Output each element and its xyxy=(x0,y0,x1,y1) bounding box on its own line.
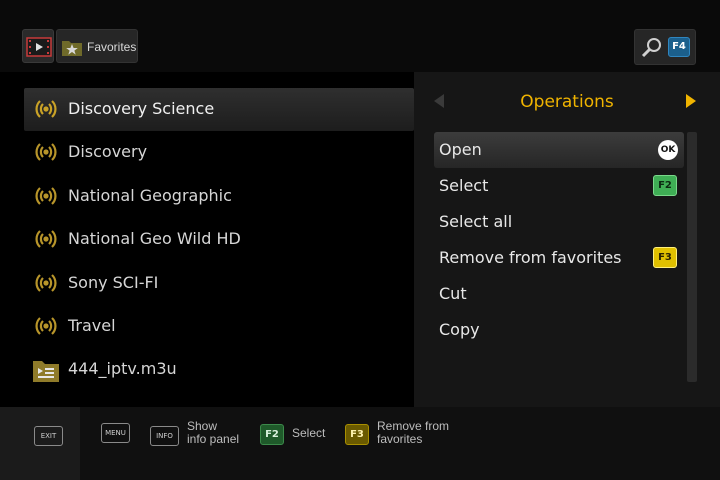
list-item[interactable]: 444_iptv.m3u xyxy=(24,348,414,391)
menu-item-open[interactable]: Open OK xyxy=(434,132,684,168)
channel-name: Sony SCI-FI xyxy=(68,272,159,292)
f3-hint: Remove from favorites xyxy=(377,420,449,446)
list-item[interactable]: Discovery xyxy=(24,131,414,174)
top-bar: Favorites F4 xyxy=(0,0,720,72)
bottom-hint-bar: EXIT MENU INFO Show info panel F2 Select… xyxy=(0,407,720,480)
star-folder-icon xyxy=(62,41,82,56)
menu-item-label: Copy xyxy=(439,320,480,339)
operations-panel: Operations Open OK Select F2 Select all … xyxy=(414,72,720,407)
f2-key-badge[interactable]: F2 xyxy=(260,424,284,445)
menu-item-label: Select xyxy=(439,176,489,195)
show-info-line1: Show xyxy=(187,419,218,433)
show-info-line2: info panel xyxy=(187,432,240,446)
broadcast-icon xyxy=(32,185,60,211)
menu-item-cut[interactable]: Cut xyxy=(434,276,684,312)
f2-hint-label: Select xyxy=(292,426,326,440)
scrollbar[interactable] xyxy=(687,132,697,382)
f2-key-badge: F2 xyxy=(653,175,677,196)
broadcast-icon xyxy=(32,228,60,254)
list-item[interactable]: Travel xyxy=(24,305,414,348)
search-button[interactable]: F4 xyxy=(634,29,696,65)
menu-item-remove-favorites[interactable]: Remove from favorites F3 xyxy=(434,240,684,276)
playlist-folder-icon xyxy=(32,358,60,388)
broadcast-icon xyxy=(32,98,60,124)
ok-key-badge: OK xyxy=(658,140,678,160)
panel-title: Operations xyxy=(520,92,614,112)
arrow-right-icon[interactable] xyxy=(686,94,696,108)
exit-key-icon[interactable]: EXIT xyxy=(34,426,63,446)
favorites-tab[interactable]: Favorites xyxy=(56,29,138,63)
menu-key-icon[interactable]: MENU xyxy=(101,423,130,443)
magnifier-icon xyxy=(641,38,661,58)
menu-item-copy[interactable]: Copy xyxy=(434,312,684,348)
channel-name: Discovery Science xyxy=(68,99,215,118)
list-item[interactable]: National Geographic xyxy=(24,175,414,218)
favorites-label: Favorites xyxy=(87,40,137,54)
menu-item-label: Remove from favorites xyxy=(439,248,622,267)
menu-item-label: Cut xyxy=(439,284,467,303)
menu-item-select-all[interactable]: Select all xyxy=(434,204,684,240)
channel-name: Discovery xyxy=(68,142,148,162)
list-item[interactable]: Discovery Science xyxy=(24,88,414,132)
list-item[interactable]: National Geo Wild HD xyxy=(24,218,414,261)
menu-item-label: Open xyxy=(439,140,482,159)
broadcast-icon xyxy=(32,141,60,167)
broadcast-icon xyxy=(32,315,60,341)
channel-list: Discovery Science Discovery National Geo… xyxy=(24,88,414,392)
f3-hint-line1: Remove from xyxy=(377,419,450,433)
f4-key-badge: F4 xyxy=(668,37,690,57)
f3-key-badge: F3 xyxy=(653,247,677,268)
channel-name: National Geo Wild HD xyxy=(68,229,241,249)
broadcast-icon xyxy=(32,272,60,298)
f3-key-badge[interactable]: F3 xyxy=(345,424,369,445)
list-item[interactable]: Sony SCI-FI xyxy=(24,262,414,305)
show-info-hint: Show info panel xyxy=(187,420,239,446)
menu-item-select[interactable]: Select F2 xyxy=(434,168,684,204)
operations-menu: Open OK Select F2 Select all Remove from… xyxy=(434,132,684,348)
info-key-icon[interactable]: INFO xyxy=(150,426,179,446)
channel-name: Travel xyxy=(68,315,116,335)
playlist-name: 444_iptv.m3u xyxy=(68,359,177,379)
video-play-icon xyxy=(26,37,52,57)
channel-name: National Geographic xyxy=(68,185,232,205)
video-button[interactable] xyxy=(22,29,54,63)
menu-item-label: Select all xyxy=(439,212,513,231)
f3-hint-line2: favorites xyxy=(377,432,423,446)
